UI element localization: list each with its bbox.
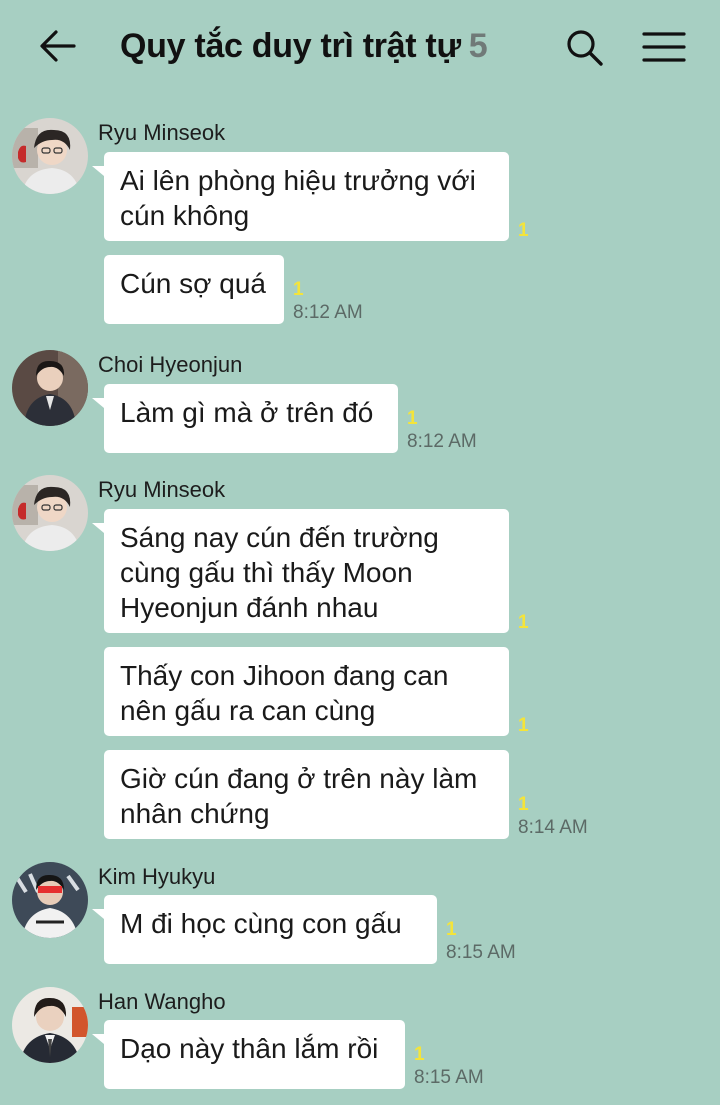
message-line: Sáng nay cún đến trường	[120, 522, 439, 553]
message-line: Dạo này thân lắm rồi	[120, 1033, 379, 1064]
message-meta: 1 8:12 AM	[293, 279, 363, 325]
message-bubble[interactable]: Cún sợ quá	[104, 255, 284, 324]
message-time: 8:15 AM	[414, 1067, 484, 1088]
message-meta: 1 8:15 AM	[446, 919, 516, 965]
search-button[interactable]	[564, 27, 604, 67]
unread-count: 1	[414, 1044, 425, 1065]
message-line: Ai lên phòng hiệu trưởng với	[120, 165, 476, 196]
message-bubble[interactable]: M đi học cùng con gấu	[92, 895, 437, 964]
chat-header: Quy tắc duy trì trật tự 5	[0, 0, 720, 96]
message-line: Giờ cún đang ở trên này làm	[120, 763, 478, 794]
unread-count: 1	[518, 220, 529, 241]
unread-count: 1	[407, 408, 418, 429]
message-line: Thấy con Jihoon đang can	[120, 660, 449, 691]
message-meta: 1 8:15 AM	[414, 1044, 484, 1090]
avatar-ryu-minseok[interactable]	[12, 475, 88, 551]
message-bubble[interactable]: Ai lên phòng hiệu trưởng với cún không	[92, 152, 509, 241]
sender-name: Ryu Minseok	[98, 120, 226, 145]
message-time: 8:12 AM	[293, 302, 363, 323]
message-meta: 1	[518, 612, 529, 634]
message-time: 8:15 AM	[446, 942, 516, 963]
message-line: cún không	[120, 200, 250, 231]
back-arrow-icon	[40, 30, 76, 62]
sender-name: Ryu Minseok	[98, 477, 226, 502]
sender-name: Han Wangho	[98, 989, 226, 1014]
message-line: Làm gì mà ở trên đó	[120, 397, 374, 428]
unread-count: 1	[518, 715, 529, 736]
message-bubble[interactable]: Sáng nay cún đến trường cùng gấu thì thấ…	[92, 509, 509, 633]
search-icon	[567, 30, 603, 66]
avatar-han-wangho[interactable]	[12, 987, 88, 1063]
message-line: nên gấu ra can cùng	[120, 695, 376, 726]
message-meta: 1 8:14 AM	[518, 794, 588, 840]
message-line: Cún sợ quá	[120, 268, 267, 299]
back-button[interactable]	[38, 28, 78, 64]
menu-icon	[642, 32, 686, 62]
avatar-choi-hyeonjun[interactable]	[12, 350, 88, 426]
message-time: 8:14 AM	[518, 817, 588, 838]
message-time: 8:12 AM	[407, 431, 477, 452]
message-meta: 1	[518, 715, 529, 737]
chat-title-text: Quy tắc duy trì trật tự	[120, 27, 461, 65]
menu-button[interactable]	[642, 30, 686, 64]
avatar-kim-hyukyu[interactable]	[12, 862, 88, 938]
message-meta: 1 8:12 AM	[407, 408, 477, 454]
unread-count: 1	[518, 612, 529, 633]
message-meta: 1	[518, 220, 529, 242]
message-line: cùng gấu thì thấy Moon	[120, 557, 413, 588]
unread-count: 1	[446, 919, 457, 940]
message-bubble[interactable]: Thấy con Jihoon đang can nên gấu ra can …	[104, 647, 509, 736]
message-line: M đi học cùng con gấu	[120, 908, 402, 939]
message-line: Hyeonjun đánh nhau	[120, 592, 379, 623]
avatar-ryu-minseok[interactable]	[12, 118, 88, 194]
unread-count: 1	[293, 279, 304, 300]
sender-name: Kim Hyukyu	[98, 864, 216, 889]
member-count: 5	[468, 27, 488, 65]
message-line: nhân chứng	[120, 798, 270, 829]
chat-title: Quy tắc duy trì trật tự 5	[120, 27, 488, 66]
message-bubble[interactable]: Giờ cún đang ở trên này làm nhân chứng	[104, 750, 509, 839]
sender-name: Choi Hyeonjun	[98, 352, 243, 377]
message-bubble[interactable]: Làm gì mà ở trên đó	[92, 384, 398, 453]
unread-count: 1	[518, 794, 529, 815]
message-bubble[interactable]: Dạo này thân lắm rồi	[92, 1020, 405, 1089]
